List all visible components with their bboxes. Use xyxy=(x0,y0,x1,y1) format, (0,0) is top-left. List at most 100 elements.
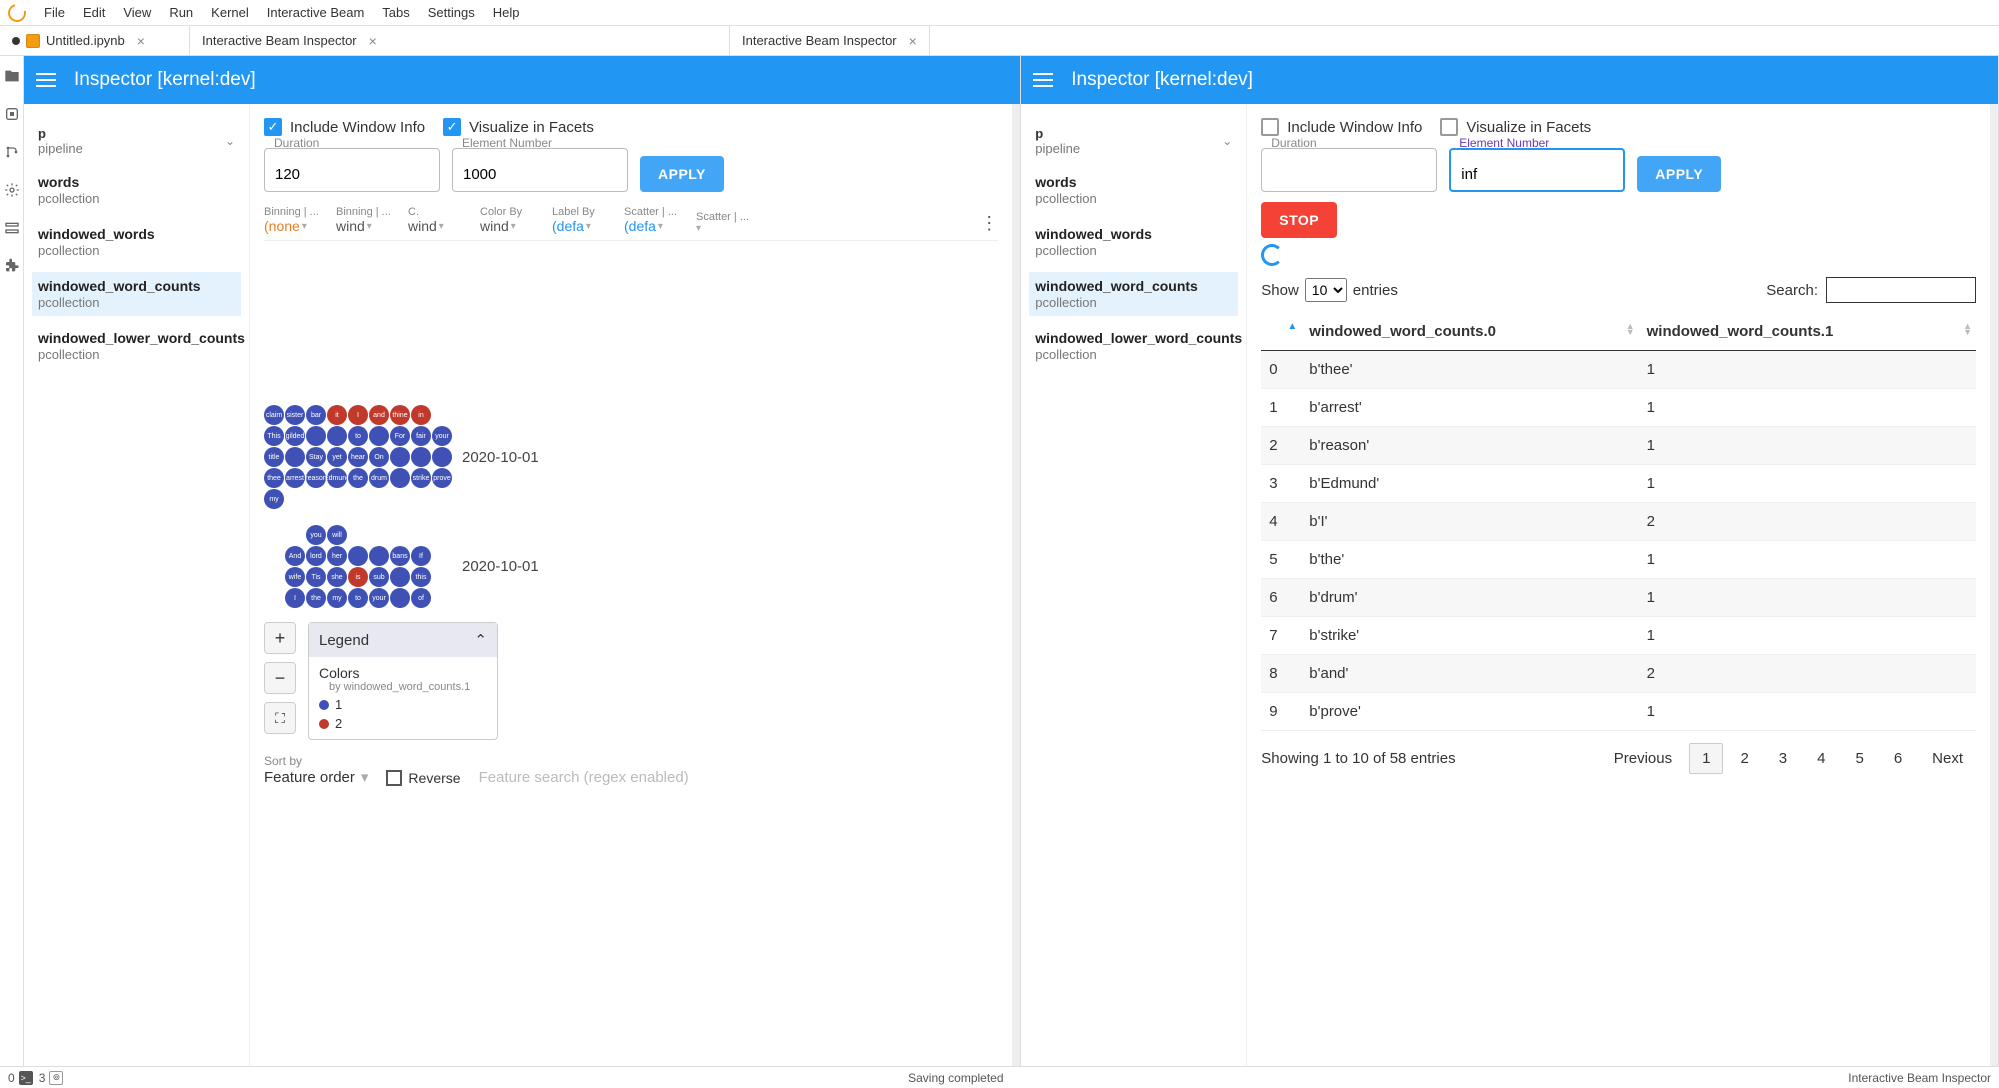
data-bubble[interactable]: I xyxy=(285,588,305,608)
menu-icon[interactable] xyxy=(36,73,56,87)
include-window-checkbox[interactable]: Include Window Info xyxy=(1261,118,1422,136)
data-bubble[interactable]: wife xyxy=(285,567,305,587)
data-bubble[interactable]: drum xyxy=(369,468,389,488)
zoom-out-button[interactable]: − xyxy=(264,662,296,694)
search-input[interactable] xyxy=(1826,277,1976,303)
kernel-icon[interactable]: ⊚ xyxy=(49,1071,63,1085)
fit-button[interactable]: ⛶ xyxy=(264,702,296,734)
include-window-checkbox[interactable]: ✓ Include Window Info xyxy=(264,118,425,136)
data-bubble[interactable]: On xyxy=(369,447,389,467)
running-icon[interactable] xyxy=(4,106,20,122)
data-bubble[interactable] xyxy=(369,426,389,446)
page-button[interactable]: 4 xyxy=(1804,743,1838,774)
menu-tabs[interactable]: Tabs xyxy=(382,5,409,20)
terminal-icon[interactable]: >_ xyxy=(19,1071,33,1085)
facet-dropdown[interactable]: Binning | ...wind ▾ xyxy=(336,206,392,234)
column-header[interactable]: ▲ xyxy=(1261,313,1301,351)
facet-dropdown[interactable]: Scatter | ...(defa ▾ xyxy=(624,206,680,234)
data-bubble[interactable] xyxy=(432,447,452,467)
facet-dropdown[interactable]: Label By(defa ▾ xyxy=(552,206,608,234)
data-bubble[interactable]: arrest xyxy=(285,468,305,488)
data-bubble[interactable]: will xyxy=(327,525,347,545)
data-bubble[interactable]: she xyxy=(327,567,347,587)
data-bubble[interactable]: yet xyxy=(327,447,347,467)
sidebar-item-words[interactable]: wordspcollection xyxy=(32,168,241,212)
facet-dropdown[interactable]: Binning | ...(none ▾ xyxy=(264,206,320,234)
menu-file[interactable]: File xyxy=(44,5,65,20)
data-bubble[interactable] xyxy=(390,447,410,467)
facet-dropdown[interactable]: C.wind ▾ xyxy=(408,206,464,234)
stop-button[interactable]: STOP xyxy=(1261,202,1337,238)
data-bubble[interactable]: your xyxy=(369,588,389,608)
data-bubble[interactable]: Stay xyxy=(306,447,326,467)
data-bubble[interactable]: prove xyxy=(432,468,452,488)
menu-help[interactable]: Help xyxy=(493,5,520,20)
data-bubble[interactable]: lord xyxy=(306,546,326,566)
data-bubble[interactable]: sub xyxy=(369,567,389,587)
facet-dropdown[interactable]: Color Bywind ▾ xyxy=(480,206,536,234)
close-icon[interactable]: × xyxy=(369,33,377,49)
data-bubble[interactable]: my xyxy=(327,588,347,608)
data-bubble[interactable] xyxy=(348,546,368,566)
data-bubble[interactable]: is xyxy=(348,567,368,587)
data-bubble[interactable]: If xyxy=(411,546,431,566)
sidebar-item-windowed_word_counts[interactable]: windowed_word_countspcollection xyxy=(32,272,241,316)
zoom-in-button[interactable]: + xyxy=(264,622,296,654)
page-button[interactable]: 1 xyxy=(1689,743,1723,774)
data-bubble[interactable]: the xyxy=(306,588,326,608)
pipeline-item[interactable]: p pipeline ⌄ xyxy=(32,122,241,160)
tab-untitled-notebook[interactable]: Untitled.ipynb × xyxy=(0,26,190,55)
data-bubble[interactable] xyxy=(327,426,347,446)
data-bubble[interactable]: And xyxy=(285,546,305,566)
data-bubble[interactable]: to xyxy=(348,588,368,608)
element-number-input[interactable] xyxy=(1449,148,1625,192)
apply-button[interactable]: APPLY xyxy=(1637,156,1721,192)
menu-icon[interactable] xyxy=(1033,73,1053,87)
data-bubble[interactable] xyxy=(390,588,410,608)
page-button[interactable]: 6 xyxy=(1881,743,1915,774)
data-bubble[interactable]: thee xyxy=(264,468,284,488)
menu-run[interactable]: Run xyxy=(169,5,193,20)
data-bubble[interactable]: to xyxy=(348,426,368,446)
sidebar-item-windowed_words[interactable]: windowed_wordspcollection xyxy=(32,220,241,264)
data-bubble[interactable]: my xyxy=(264,489,284,509)
page-button[interactable]: 5 xyxy=(1842,743,1876,774)
data-bubble[interactable] xyxy=(411,447,431,467)
reverse-checkbox[interactable]: Reverse xyxy=(386,770,460,786)
data-bubble[interactable] xyxy=(390,468,410,488)
visualize-facets-checkbox[interactable]: Visualize in Facets xyxy=(1440,118,1591,136)
extension-icon[interactable] xyxy=(4,258,20,274)
data-bubble[interactable]: Tis xyxy=(306,567,326,587)
page-button[interactable]: 2 xyxy=(1727,743,1761,774)
duration-input[interactable] xyxy=(1261,148,1437,192)
data-bubble[interactable]: thine xyxy=(390,405,410,425)
data-bubble[interactable]: bar xyxy=(306,405,326,425)
tab-inspector-right[interactable]: Interactive Beam Inspector × xyxy=(730,26,930,55)
git-icon[interactable] xyxy=(4,144,20,160)
sidebar-item-windowed_lower_word_counts[interactable]: windowed_lower_word_countspcollection xyxy=(32,324,241,368)
data-bubble[interactable]: For xyxy=(390,426,410,446)
column-header[interactable]: windowed_word_counts.1▲▼ xyxy=(1639,313,1976,351)
duration-input[interactable] xyxy=(264,148,440,192)
data-bubble[interactable] xyxy=(390,567,410,587)
scrollbar[interactable] xyxy=(1012,104,1020,1066)
data-bubble[interactable] xyxy=(369,546,389,566)
menu-view[interactable]: View xyxy=(123,5,151,20)
data-bubble[interactable] xyxy=(285,447,305,467)
data-bubble[interactable] xyxy=(306,426,326,446)
menu-settings[interactable]: Settings xyxy=(428,5,475,20)
data-bubble[interactable]: sister xyxy=(285,405,305,425)
column-header[interactable]: windowed_word_counts.0▲▼ xyxy=(1301,313,1638,351)
data-bubble[interactable]: bans xyxy=(390,546,410,566)
visualize-facets-checkbox[interactable]: ✓ Visualize in Facets xyxy=(443,118,594,136)
close-icon[interactable]: × xyxy=(137,33,145,49)
data-bubble[interactable]: and xyxy=(369,405,389,425)
element-number-input[interactable] xyxy=(452,148,628,192)
page-button[interactable]: 3 xyxy=(1766,743,1800,774)
sidebar-item-windowed_lower_word_counts[interactable]: windowed_lower_word_countspcollection xyxy=(1029,324,1238,368)
entries-select[interactable]: 10 xyxy=(1305,278,1347,302)
data-bubble[interactable]: your xyxy=(432,426,452,446)
sidebar-item-windowed_words[interactable]: windowed_wordspcollection xyxy=(1029,220,1238,264)
data-bubble[interactable]: the xyxy=(348,468,368,488)
sidebar-item-windowed_word_counts[interactable]: windowed_word_countspcollection xyxy=(1029,272,1238,316)
